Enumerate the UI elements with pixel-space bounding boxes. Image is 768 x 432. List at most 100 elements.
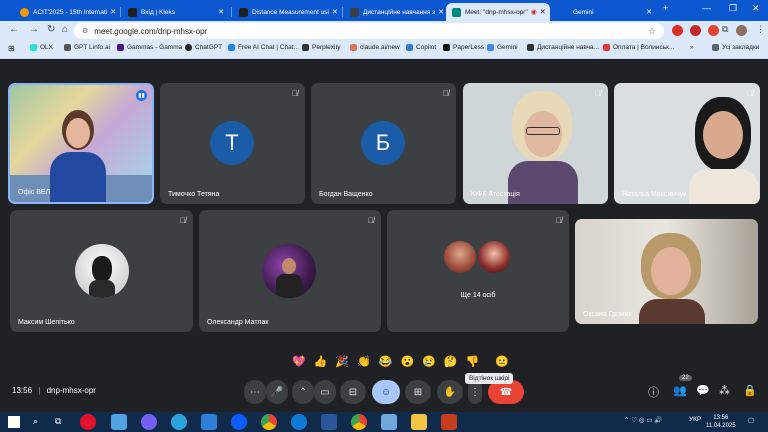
- adblock-icon[interactable]: [690, 25, 701, 36]
- raise-hand-button[interactable]: ✋: [437, 380, 463, 404]
- participant-tile[interactable]: 🎙̸ Олександр Матлак: [199, 210, 381, 332]
- explorer-icon[interactable]: [201, 414, 217, 430]
- back-icon[interactable]: ←: [9, 24, 19, 35]
- tab-title: Вхід | Kleks: [141, 8, 175, 16]
- telegram-icon[interactable]: [171, 414, 187, 430]
- reaction-button[interactable]: 👍: [314, 355, 328, 368]
- word-icon[interactable]: [321, 414, 337, 430]
- app-icon[interactable]: [381, 414, 397, 430]
- reaction-button[interactable]: 💖: [292, 355, 306, 368]
- chrome-icon[interactable]: [351, 414, 367, 430]
- apps-icon[interactable]: ⊞: [8, 44, 15, 53]
- skin-tone-button[interactable]: 😐: [495, 355, 509, 368]
- bookmark-item[interactable]: Gammas - Gamma: [117, 44, 182, 51]
- participant-tile[interactable]: Оксана Громик: [575, 219, 758, 324]
- bookmark-star-icon[interactable]: ☆: [648, 26, 656, 37]
- chat-icon[interactable]: 💬: [696, 384, 710, 397]
- close-icon[interactable]: ✕: [107, 8, 116, 16]
- menu-icon[interactable]: ⋮: [756, 24, 765, 35]
- bookmark-item[interactable]: claude.ai/new: [350, 44, 400, 51]
- participant-tile[interactable]: 🎙̸ Наталка Максимчук: [614, 83, 760, 204]
- bookmark-item[interactable]: Оплата | Волинськ...: [603, 44, 674, 51]
- info-icon[interactable]: ⓘ: [648, 384, 659, 400]
- reaction-button[interactable]: 🤔: [444, 355, 458, 368]
- forward-icon[interactable]: →: [29, 24, 39, 35]
- search-icon[interactable]: ⌕: [33, 416, 38, 427]
- bookmark-item[interactable]: PaperLess: [443, 44, 484, 51]
- tab-meet[interactable]: Meet: "dnp-mhsx-opr" ◉ ✕: [446, 3, 550, 21]
- camera-options-button[interactable]: ⌃: [292, 380, 314, 404]
- captions-button[interactable]: ⊟: [340, 380, 366, 404]
- more-bookmarks-icon[interactable]: »: [690, 44, 694, 51]
- tray-icons[interactable]: ⌃ ♡ ◎ ▭ 🔊: [624, 416, 662, 424]
- close-icon[interactable]: ✕: [537, 8, 546, 16]
- avatar[interactable]: [736, 25, 747, 36]
- notifications-icon[interactable]: ▢: [748, 416, 754, 424]
- participant-tile[interactable]: 🎙̸ КІФК Атестація: [463, 83, 608, 204]
- opera-icon[interactable]: [80, 414, 96, 430]
- people-icon[interactable]: 👥: [673, 384, 687, 397]
- all-bookmarks[interactable]: Усі закладки: [712, 44, 759, 51]
- camera-button[interactable]: ▭: [314, 380, 336, 404]
- emoji-button[interactable]: ☺: [372, 380, 400, 404]
- reaction-button[interactable]: 😂: [379, 355, 393, 368]
- viber-icon[interactable]: [141, 414, 157, 430]
- address-bar[interactable]: ⚙ meet.google.com/dnp-mhsx-opr ☆: [74, 23, 664, 39]
- site-info-icon[interactable]: ⚙: [82, 27, 88, 35]
- bookmark-item[interactable]: OLX: [30, 44, 53, 51]
- bookmark-item[interactable]: Perplexity: [302, 44, 341, 51]
- extension-icon[interactable]: [708, 25, 719, 36]
- reactions-bar: 💖 👍 🎉 👏 😂 😮 😢 🤔 👎 😐: [292, 351, 509, 371]
- participant-tile[interactable]: ▮▮ Офіс ВЕЛ: [8, 83, 154, 204]
- maximize-icon[interactable]: ❐: [729, 3, 737, 14]
- tab-distance[interactable]: Distance Measurement usi ✕: [233, 3, 341, 21]
- extension-icon[interactable]: [672, 25, 683, 36]
- chrome-icon[interactable]: [261, 414, 277, 430]
- bookmark-item[interactable]: ChatGPT: [185, 44, 222, 51]
- home-icon[interactable]: ⌂: [62, 24, 68, 35]
- tab-kleks[interactable]: Вхід | Kleks ✕: [122, 3, 230, 21]
- reaction-button[interactable]: 😢: [422, 355, 436, 368]
- participant-tile[interactable]: 🎙̸ Б Богдан Ващенко: [311, 83, 456, 204]
- more-options-button[interactable]: ⋯: [244, 380, 266, 404]
- extensions-icon[interactable]: ⧉: [722, 24, 728, 35]
- tab-distance-learning[interactable]: Дистанційне навчання з ✕: [344, 3, 444, 21]
- reaction-button[interactable]: 😮: [401, 355, 415, 368]
- others-tile[interactable]: 🎙̸ Ще 14 осіб: [387, 210, 569, 332]
- edge-icon[interactable]: [291, 414, 307, 430]
- mic-off-icon: 🎙̸: [556, 216, 562, 225]
- mic-button[interactable]: 🎤: [266, 380, 288, 404]
- bookmark-item[interactable]: Дистанційне навча...: [527, 44, 599, 51]
- close-icon[interactable]: ✕: [215, 8, 224, 16]
- participant-tile[interactable]: 🎙̸ Максим Шепітько: [10, 210, 193, 332]
- bookmark-item[interactable]: Free AI Chat | Chat...: [228, 44, 299, 51]
- reaction-button[interactable]: 👎: [466, 355, 480, 368]
- language-indicator[interactable]: УКР: [689, 416, 701, 423]
- powerpoint-icon[interactable]: [441, 414, 457, 430]
- reaction-button[interactable]: 🎉: [335, 355, 349, 368]
- task-view-icon[interactable]: ⧉: [55, 416, 61, 427]
- tab-title: ACIT'2025 - 15th Internati: [33, 8, 108, 16]
- close-icon[interactable]: ✕: [643, 8, 652, 16]
- windows-start-icon[interactable]: [8, 416, 20, 428]
- present-button[interactable]: ⊞: [405, 380, 431, 404]
- reload-icon[interactable]: ↻: [47, 24, 55, 35]
- bookmark-item[interactable]: Gemini: [487, 44, 518, 51]
- close-window-icon[interactable]: ✕: [752, 3, 760, 14]
- tab-acit[interactable]: ACIT'2025 - 15th Internati ✕: [14, 3, 118, 21]
- bookmark-item[interactable]: Copilot: [406, 44, 436, 51]
- bookmark-item[interactable]: GPT Linfo.ai: [64, 44, 110, 51]
- tab-gemini[interactable]: Gemini ✕: [554, 3, 658, 21]
- host-controls-icon[interactable]: 🔒: [743, 384, 757, 397]
- new-tab-button[interactable]: +: [663, 3, 668, 13]
- participant-tile[interactable]: 🎙̸ Т Тимочко Тетяна: [160, 83, 305, 204]
- folder-icon[interactable]: [411, 414, 427, 430]
- reaction-button[interactable]: 👏: [357, 355, 371, 368]
- minimize-icon[interactable]: —: [702, 3, 711, 13]
- notepad-icon[interactable]: [111, 414, 127, 430]
- activities-icon[interactable]: ⁂: [719, 384, 730, 397]
- clock[interactable]: 13:56 11.04.2025: [706, 414, 736, 430]
- zoom-icon[interactable]: [231, 414, 247, 430]
- close-icon[interactable]: ✕: [329, 8, 338, 16]
- close-icon[interactable]: ✕: [435, 8, 444, 16]
